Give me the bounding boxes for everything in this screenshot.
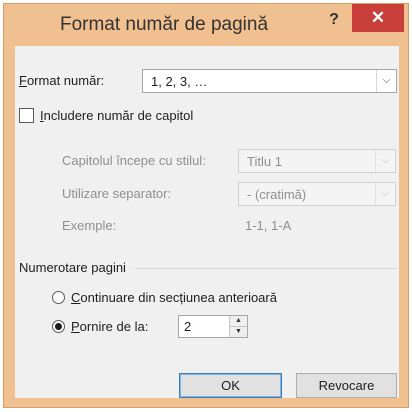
dialog-window: Format număr de pagină ? ✕ Format număr:… [3, 3, 409, 408]
help-button[interactable]: ? [320, 8, 348, 32]
section-divider [135, 268, 397, 269]
dialog-body: Format număr: 1, 2, 3, … ⌵ Includere num… [15, 46, 399, 398]
continue-text: ontinuare din secțiunea anterioară [80, 290, 277, 305]
close-button[interactable]: ✕ [352, 4, 404, 32]
cancel-button[interactable]: Revocare [296, 373, 397, 398]
stepper-down-icon[interactable]: ▼ [230, 327, 247, 337]
start-at-input[interactable]: 2 [184, 319, 191, 334]
format-label-accel: F [19, 73, 27, 88]
include-chapter-text: ncludere număr de capitol [43, 108, 194, 123]
start-at-stepper[interactable]: 2 ▲ ▼ [178, 315, 248, 338]
chapter-style-label: Capitolul începe cu stilul: [62, 153, 206, 168]
start-at-text: ornire de la: [79, 319, 149, 334]
continue-accel: C [71, 290, 81, 305]
examples-value: 1-1, 1-A [245, 218, 292, 233]
include-chapter-label[interactable]: Includere număr de capitol [40, 108, 193, 123]
radio-selected-dot [55, 323, 62, 330]
include-chapter-checkbox[interactable] [19, 108, 34, 123]
chapter-style-value: Titlu 1 [247, 154, 282, 169]
dialog-title: Format număr de pagină [59, 14, 269, 35]
format-label: Format număr: [19, 73, 104, 88]
separator-label: Utilizare separator: [62, 186, 172, 201]
start-at-radio[interactable] [52, 320, 65, 333]
chapter-style-dropdown[interactable]: Titlu 1 ⌵ [238, 149, 396, 173]
format-number-value: 1, 2, 3, … [151, 74, 208, 89]
page-numbering-heading: Numerotare pagini [19, 260, 126, 275]
chevron-down-icon[interactable]: ⌵ [376, 70, 396, 92]
start-at-label[interactable]: Pornire de la: [71, 319, 148, 334]
separator-dropdown[interactable]: - (cratimă) ⌵ [238, 182, 396, 206]
format-label-text: ormat număr: [26, 73, 105, 88]
title-bar[interactable]: Format număr de pagină ? ✕ [4, 4, 408, 46]
format-number-dropdown[interactable]: 1, 2, 3, … ⌵ [142, 69, 397, 93]
ok-button[interactable]: OK [179, 373, 282, 398]
chevron-down-icon[interactable]: ⌵ [375, 183, 395, 205]
stepper-up-icon[interactable]: ▲ [230, 316, 247, 327]
chevron-down-icon[interactable]: ⌵ [375, 150, 395, 172]
continue-label[interactable]: Continuare din secțiunea anterioară [71, 290, 277, 305]
start-at-accel: P [71, 319, 80, 334]
examples-label: Exemple: [62, 218, 117, 233]
stepper-buttons: ▲ ▼ [229, 316, 247, 337]
continue-radio[interactable] [52, 291, 65, 304]
separator-value: - (cratimă) [247, 187, 307, 202]
